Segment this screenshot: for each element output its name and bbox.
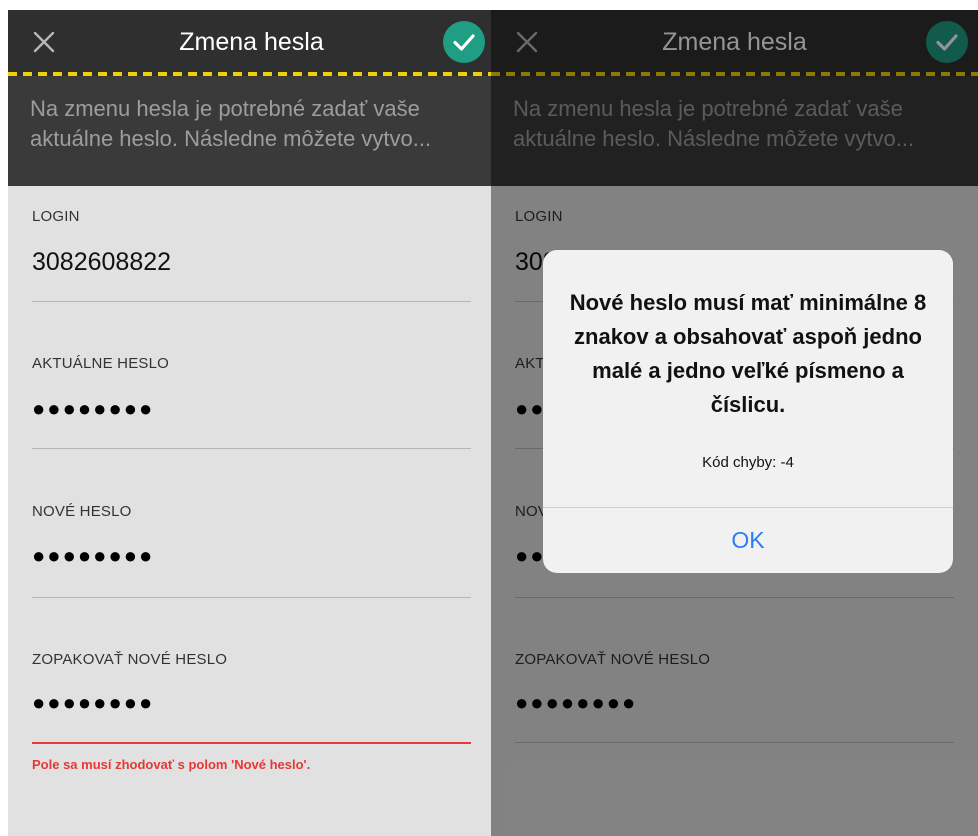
repeat-password-field[interactable]: ●●●●●●●● — [32, 690, 154, 716]
new-password-label: NOVÉ HESLO — [32, 503, 132, 520]
alert-dialog: Nové heslo musí mať minimálne 8 znakov a… — [543, 250, 953, 573]
repeat-password-underline — [32, 742, 471, 744]
confirm-button[interactable] — [443, 21, 485, 63]
login-label: LOGIN — [32, 208, 80, 225]
current-password-field[interactable]: ●●●●●●●● — [32, 396, 154, 422]
alert-error-code: Kód chyby: -4 — [702, 454, 794, 471]
top-bar: Zmena hesla — [8, 10, 495, 73]
checkmark-icon — [453, 34, 475, 51]
repeat-password-label: ZOPAKOVAŤ NOVÉ HESLO — [32, 651, 228, 668]
alert-title: Nové heslo musí mať minimálne 8 znakov a… — [569, 290, 927, 417]
info-banner: Na zmenu hesla je potrebné zadať vaše ak… — [8, 76, 495, 186]
info-text: Na zmenu hesla je potrebné zadať vaše ak… — [30, 96, 432, 151]
validation-error: Pole sa musí zhodovať s polom 'Nové hesl… — [32, 757, 311, 772]
page-title: Zmena hesla — [179, 28, 324, 56]
current-password-label: AKTUÁLNE HESLO — [32, 355, 170, 372]
login-field[interactable]: 3082608822 — [32, 248, 171, 277]
change-password-screen-with-alert: Zmena hesla Na zmenu hesla je potrebné z… — [491, 10, 978, 836]
change-password-screen: Zmena hesla Na zmenu hesla je potrebné z… — [8, 10, 495, 836]
ok-button[interactable]: OK — [543, 508, 953, 573]
new-password-field[interactable]: ●●●●●●●● — [32, 543, 154, 569]
login-underline — [32, 301, 471, 302]
current-password-underline — [32, 448, 471, 449]
new-password-underline — [32, 597, 471, 598]
